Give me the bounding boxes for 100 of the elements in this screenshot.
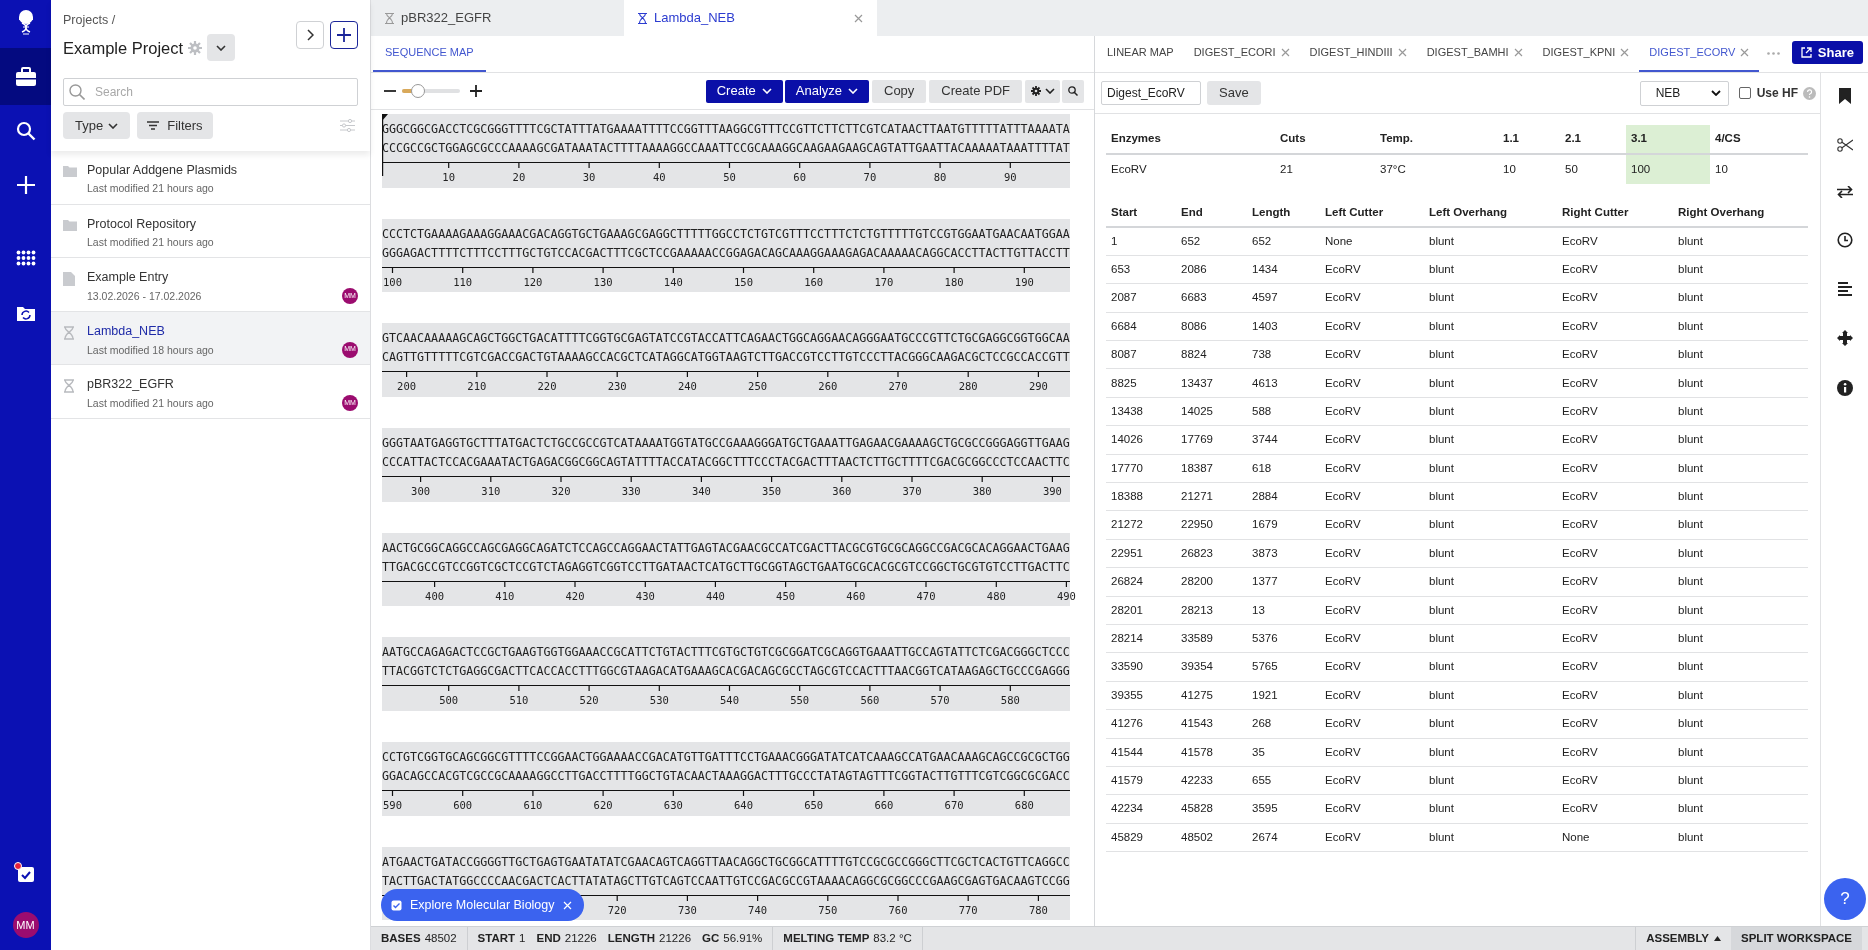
forward-button[interactable] [296, 21, 324, 49]
close-icon[interactable] [1397, 48, 1407, 57]
table-cell: blunt [1673, 312, 1808, 341]
view-tab[interactable]: SEQUENCE MAP [373, 36, 486, 72]
grid-icon [15, 250, 36, 266]
scissors-icon[interactable] [1836, 138, 1853, 152]
table-cell: blunt [1673, 652, 1808, 682]
ruler-label: 400 [425, 589, 445, 602]
item-title: Protocol Repository [87, 216, 198, 232]
table-cell: 41275 [1176, 681, 1247, 710]
table-cell: EcoRV [1320, 709, 1424, 739]
document-tab[interactable]: Lambda_NEB [624, 0, 877, 36]
item-title: Lambda_NEB [87, 323, 166, 339]
sliders-icon[interactable] [340, 119, 355, 132]
table-cell: blunt [1424, 397, 1557, 426]
table-cell: EcoRV [1557, 425, 1673, 455]
use-hf-checkbox[interactable] [1738, 87, 1751, 99]
toolbar-button[interactable]: Analyze [784, 79, 869, 103]
share-button[interactable]: Share [1791, 41, 1863, 64]
plus-icon [15, 174, 36, 195]
analysis-tab[interactable]: DIGEST_KPNI [1532, 36, 1640, 72]
folder-icon [63, 218, 77, 231]
table-cell: EcoRV [1320, 596, 1424, 625]
search-icon [1068, 86, 1078, 96]
toolbar-button[interactable]: Create [705, 79, 783, 103]
split-workspace-button[interactable]: SPLIT WORKSPACE [1731, 926, 1862, 950]
type-filter[interactable]: Type [63, 112, 131, 139]
ruler-label: 490 [1056, 589, 1076, 602]
toolbar-button[interactable]: Create PDF [929, 79, 1022, 103]
ruler-label: 670 [944, 799, 964, 812]
help-button[interactable]: ? [1824, 878, 1866, 920]
table-cell: 653 [1106, 255, 1176, 284]
add-button[interactable] [330, 21, 358, 49]
close-icon[interactable] [1740, 48, 1750, 57]
buffer-select[interactable]: NEB [1639, 80, 1729, 106]
settings-button[interactable] [1025, 79, 1060, 103]
info-icon[interactable] [1836, 380, 1853, 396]
slider-thumb[interactable] [410, 84, 425, 98]
toolbar-button[interactable]: Copy [872, 79, 927, 103]
column-header: Cuts [1275, 125, 1375, 154]
align-left-icon[interactable] [1837, 282, 1852, 296]
save-button[interactable]: Save [1207, 81, 1261, 105]
analysis-tab[interactable]: DIGEST_ECORV [1639, 36, 1760, 72]
status-label: START [477, 930, 516, 946]
digest-name-field[interactable]: Digest_EcoRV [1101, 81, 1201, 105]
filters-button[interactable]: Filters [137, 112, 213, 139]
table-cell: EcoRV [1557, 567, 1673, 597]
explore-chip[interactable]: Explore Molecular Biology [381, 889, 584, 921]
clock-icon[interactable] [1836, 232, 1853, 248]
analysis-tab[interactable]: DIGEST_HINDIII [1299, 36, 1417, 72]
table-cell: 1679 [1247, 510, 1320, 540]
bookmark-icon[interactable] [1838, 88, 1851, 104]
close-icon[interactable] [1280, 48, 1290, 57]
analysis-tab[interactable]: LINEAR MAP [1097, 36, 1184, 72]
ruler-label: 280 [958, 380, 978, 393]
ruler-label: 610 [523, 799, 543, 812]
table-cell: 28214 [1106, 624, 1176, 653]
status-label: END [536, 930, 561, 946]
table-cell: 5765 [1247, 652, 1320, 682]
move-icon[interactable] [1836, 330, 1853, 346]
breadcrumb[interactable]: Projects / [63, 12, 236, 28]
zoom-in-icon[interactable] [470, 85, 482, 97]
dropdown-button[interactable] [207, 34, 236, 61]
table-cell: 41543 [1176, 709, 1247, 739]
status-label: BASES [381, 930, 421, 946]
hourglass-icon [63, 325, 75, 340]
close-icon[interactable] [1620, 48, 1630, 57]
close-icon[interactable] [854, 13, 863, 23]
external-link-icon [1800, 47, 1812, 58]
sequence-strand: GGACAGCCACGTCGCCGCAAAAGGCCTTGACCTTTTGGCTGTACAACTAAAGGACTTTGCCCTATAGTAGTTTCGGTACTTGTTTCGTCGGCGCGACC [382, 768, 1070, 786]
nav-item[interactable] [0, 48, 51, 105]
search-button[interactable] [1062, 79, 1084, 103]
column-header: Left Overhang [1424, 199, 1557, 227]
table-cell: EcoRV [1557, 709, 1673, 739]
table-cell: blunt [1424, 567, 1557, 597]
table-cell: blunt [1673, 681, 1808, 710]
analysis-tab[interactable]: DIGEST_ECORI [1183, 36, 1300, 72]
table-cell: blunt [1673, 397, 1808, 426]
status-value: 48502 [424, 930, 457, 946]
status-value: 56.91% [723, 930, 763, 946]
ruler-label: 720 [607, 903, 627, 916]
ruler-label: 30 [582, 171, 596, 183]
table-cell: blunt [1673, 227, 1808, 256]
swap-icon[interactable] [1836, 186, 1853, 198]
analysis-tab[interactable]: DIGEST_BAMHI [1416, 36, 1533, 72]
table-cell: 48502 [1176, 823, 1247, 852]
column-header: 2.1 [1560, 125, 1626, 154]
table-cell: 1921 [1247, 681, 1320, 710]
table-cell: blunt [1673, 283, 1808, 313]
chevron-down-icon [216, 44, 227, 51]
zoom-slider[interactable] [402, 84, 460, 98]
search-field[interactable]: Search [63, 78, 358, 106]
nav-item[interactable] [15, 864, 36, 884]
table-cell: blunt [1673, 823, 1808, 852]
table-cell: blunt [1424, 823, 1557, 852]
column-header: Length [1247, 199, 1320, 227]
table-cell: EcoRV [1557, 681, 1673, 710]
ruler-label: 240 [677, 380, 697, 393]
table-cell: blunt [1424, 255, 1557, 284]
close-icon[interactable] [1513, 48, 1523, 57]
